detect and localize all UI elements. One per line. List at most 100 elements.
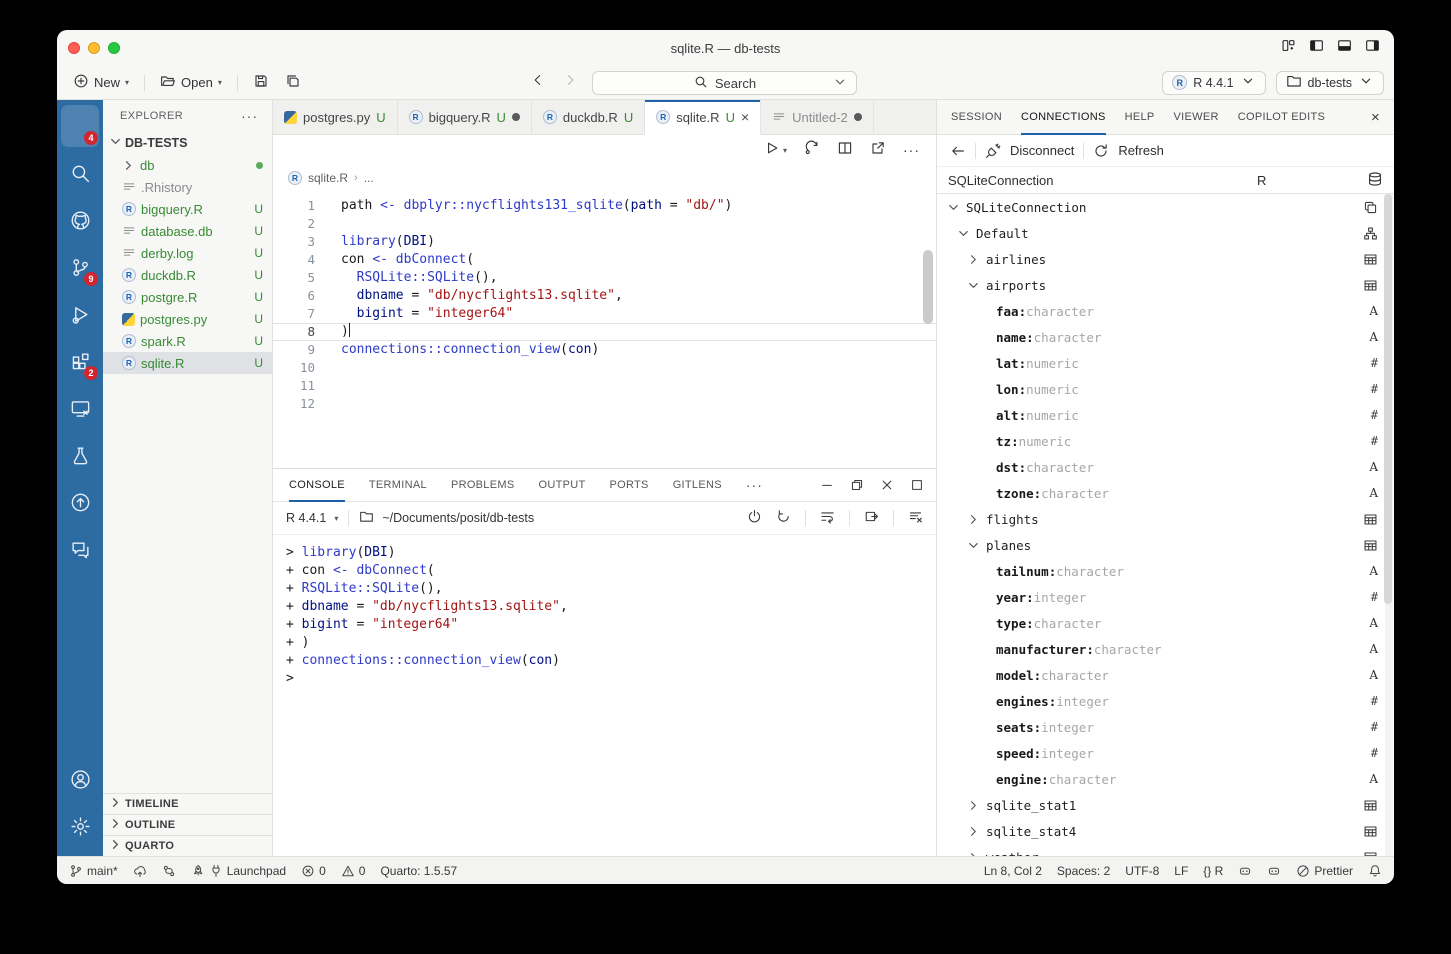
activity-item-remote-explorer[interactable] [61, 387, 99, 429]
editor-tab[interactable]: postgres.pyU [273, 100, 398, 134]
restore-panel-icon[interactable] [850, 478, 864, 492]
status-prettier[interactable]: Prettier [1296, 864, 1353, 878]
editor-scrollbar[interactable] [923, 250, 933, 324]
connection-table-row[interactable]: SQLiteConnection [937, 194, 1394, 220]
new-button[interactable]: New ▾ [67, 70, 135, 95]
connection-field-row[interactable]: seats : integer# [937, 714, 1394, 740]
panel-more-tabs-icon[interactable]: ··· [746, 469, 763, 501]
clear-console-icon[interactable] [908, 509, 923, 527]
panel-tab-console[interactable]: CONSOLE [289, 469, 345, 502]
restart-console-icon[interactable] [776, 509, 791, 527]
status-launchpad[interactable]: Launchpad [191, 864, 286, 878]
activity-item-github[interactable] [61, 199, 99, 241]
customize-layout-icon[interactable] [1281, 38, 1296, 58]
open-in-new-window-icon[interactable] [870, 140, 886, 161]
console-output[interactable]: > library(DBI)+ con <- dbConnect(+ RSQLi… [273, 535, 936, 856]
status-encoding[interactable]: UTF-8 [1125, 864, 1159, 878]
explorer-item[interactable]: Rsqlite.RU [103, 352, 272, 374]
status-copilot[interactable] [1238, 864, 1252, 878]
explorer-item[interactable]: Rduckdb.RU [103, 264, 272, 286]
disconnect-icon[interactable] [985, 143, 1001, 159]
connection-field-row[interactable]: tzone : characterA [937, 480, 1394, 506]
connection-field-row[interactable]: engine : characterA [937, 766, 1394, 792]
close-secondary-panel-icon[interactable]: × [1371, 100, 1380, 134]
activity-item-testing[interactable] [61, 434, 99, 476]
panel-tab-gitlens[interactable]: GITLENS [673, 469, 722, 502]
connection-field-row[interactable]: alt : numeric# [937, 402, 1394, 428]
connection-field-row[interactable]: manufacturer : characterA [937, 636, 1394, 662]
explorer-item[interactable]: db [103, 154, 272, 176]
activity-item-run-and-debug[interactable] [61, 293, 99, 335]
connection-field-row[interactable]: speed : integer# [937, 740, 1394, 766]
close-panel-icon[interactable] [880, 478, 894, 492]
refresh-button[interactable]: Refresh [1118, 143, 1164, 158]
console-interpreter[interactable]: R 4.4.1 [286, 511, 326, 525]
panel-tab-problems[interactable]: PROBLEMS [451, 469, 515, 502]
secondary-tab-connections[interactable]: CONNECTIONS [1021, 100, 1106, 135]
panel-tab-ports[interactable]: PORTS [610, 469, 649, 502]
explorer-item[interactable]: postgres.pyU [103, 308, 272, 330]
zoom-window-button[interactable] [108, 42, 120, 54]
activity-item-settings[interactable] [61, 805, 99, 847]
activity-item-account[interactable] [61, 758, 99, 800]
explorer-item[interactable]: Rbigquery.RU [103, 198, 272, 220]
secondary-tab-help[interactable]: HELP [1125, 100, 1155, 135]
back-icon[interactable] [950, 143, 966, 159]
open-button[interactable]: Open ▾ [154, 70, 228, 95]
connection-field-row[interactable]: tz : numeric# [937, 428, 1394, 454]
activity-item-publish[interactable] [61, 481, 99, 523]
connection-field-row[interactable]: dst : characterA [937, 454, 1394, 480]
activity-item-comments[interactable] [61, 528, 99, 570]
editor-tab[interactable]: Rsqlite.RU× [645, 100, 761, 135]
connection-field-row[interactable]: lon : numeric# [937, 376, 1394, 402]
maximize-panel-icon[interactable] [910, 478, 924, 492]
status-git-branch[interactable]: main* [69, 864, 118, 878]
section-outline[interactable]: OUTLINE [103, 814, 272, 835]
explorer-root-folder[interactable]: DB-TESTS [103, 132, 272, 154]
explorer-item[interactable]: database.dbU [103, 220, 272, 242]
status-notifications[interactable] [1368, 864, 1382, 878]
explorer-item[interactable]: Rpostgre.RU [103, 286, 272, 308]
secondary-tab-copilot-edits[interactable]: COPILOT EDITS [1238, 100, 1325, 135]
connection-table-row[interactable]: weather [937, 844, 1394, 856]
connection-table-row[interactable]: sqlite_stat4 [937, 818, 1394, 844]
status-cursor-position[interactable]: Ln 8, Col 2 [984, 864, 1042, 878]
save-button[interactable] [247, 70, 275, 95]
minimize-window-button[interactable] [88, 42, 100, 54]
connection-table-row[interactable]: flights [937, 506, 1394, 532]
connection-field-row[interactable]: faa : characterA [937, 298, 1394, 324]
connection-table-row[interactable]: airports [937, 272, 1394, 298]
refresh-icon[interactable] [1093, 143, 1109, 159]
section-quarto[interactable]: QUARTO [103, 835, 272, 856]
open-in-editor-icon[interactable] [864, 509, 879, 527]
connection-field-row[interactable]: name : characterA [937, 324, 1394, 350]
secondary-tab-session[interactable]: SESSION [951, 100, 1002, 135]
status-errors[interactable]: 0 [301, 864, 326, 878]
tree-scrollbar-track[interactable] [1385, 194, 1393, 856]
connection-table-row[interactable]: Default [937, 220, 1394, 246]
shutdown-console-icon[interactable] [747, 509, 762, 527]
navigate-forward-icon[interactable] [562, 72, 578, 93]
interpreter-selector[interactable]: R R 4.4.1 [1162, 71, 1265, 95]
save-all-button[interactable] [279, 70, 307, 95]
source-control-graph-icon[interactable] [804, 140, 820, 161]
status-publish-changes[interactable] [133, 864, 147, 878]
toggle-secondary-sidebar-icon[interactable] [1365, 38, 1380, 58]
run-file-button[interactable]: ▾ [764, 140, 787, 161]
editor-tab[interactable]: Rduckdb.RU [532, 100, 645, 134]
toggle-sidebar-icon[interactable] [1309, 38, 1324, 58]
close-tab-icon[interactable]: × [741, 109, 749, 125]
status-language-mode[interactable]: {} R [1203, 864, 1223, 878]
connection-table-row[interactable]: airlines [937, 246, 1394, 272]
connection-field-row[interactable]: year : integer# [937, 584, 1394, 610]
connection-table-row[interactable]: sqlite_stat1 [937, 792, 1394, 818]
panel-tab-terminal[interactable]: TERMINAL [369, 469, 427, 502]
panel-tab-output[interactable]: OUTPUT [538, 469, 585, 502]
section-timeline[interactable]: TIMELINE [103, 793, 272, 814]
activity-item-explorer[interactable]: 4 [61, 105, 99, 147]
editor-tab[interactable]: Untitled-2 [761, 100, 874, 134]
connection-field-row[interactable]: model : characterA [937, 662, 1394, 688]
connection-field-row[interactable]: engines : integer# [937, 688, 1394, 714]
explorer-more-actions-icon[interactable]: ··· [241, 108, 258, 124]
editor-more-actions-icon[interactable]: ··· [903, 142, 920, 158]
